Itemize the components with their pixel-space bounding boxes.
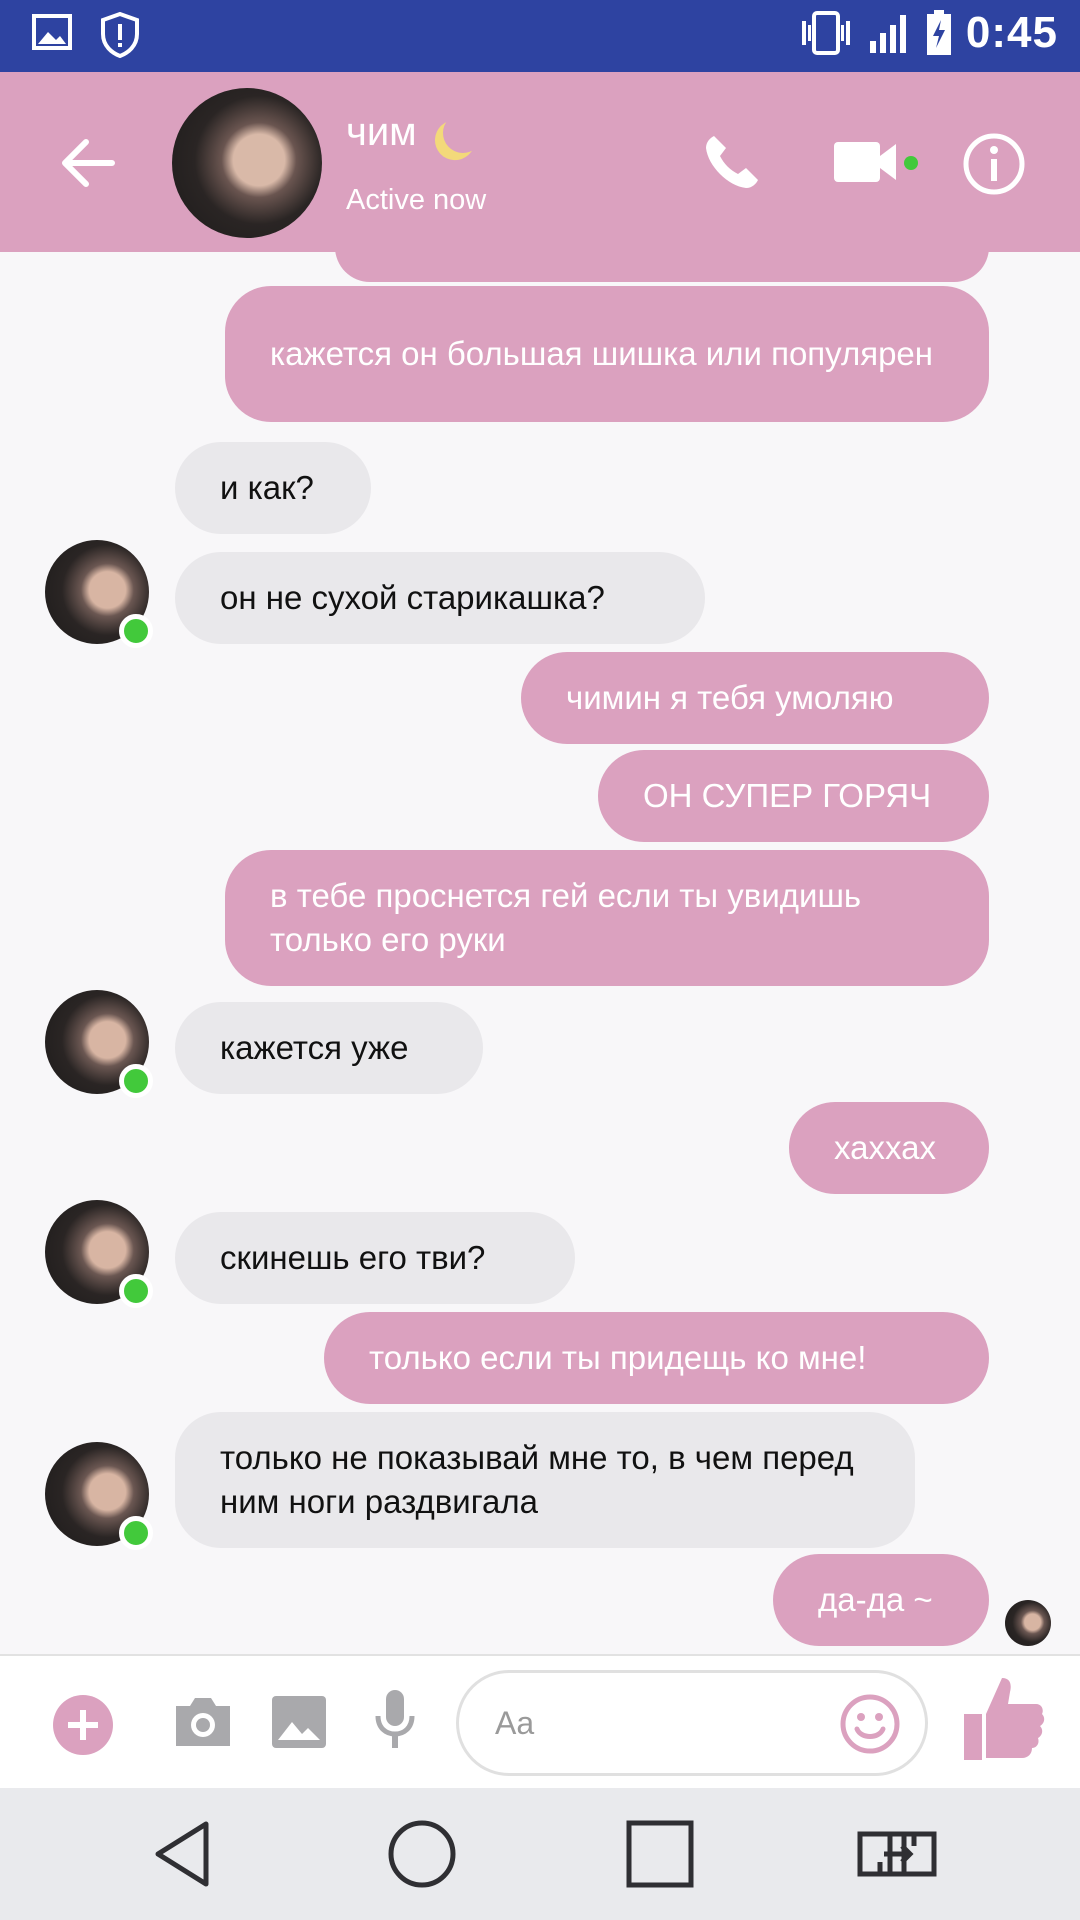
message-text: хаххах bbox=[834, 1129, 936, 1166]
online-indicator bbox=[119, 614, 153, 648]
message-input[interactable]: Aa bbox=[456, 1670, 928, 1776]
camera-icon[interactable] bbox=[172, 1694, 234, 1750]
message-text: кажется он большая шишка или популярен bbox=[270, 335, 933, 372]
gallery-icon[interactable] bbox=[270, 1694, 328, 1750]
message-input-placeholder: Aa bbox=[495, 1705, 535, 1741]
online-indicator bbox=[119, 1064, 153, 1098]
microphone-icon[interactable] bbox=[372, 1688, 418, 1752]
message-bubble-sent[interactable]: чимин я тебя умоляю bbox=[521, 652, 989, 744]
message-bubble-received[interactable]: скинешь его тви? bbox=[175, 1212, 575, 1304]
message-bubble-received[interactable]: кажется уже bbox=[175, 1002, 483, 1094]
sender-avatar[interactable] bbox=[45, 990, 153, 1098]
message-text: он не сухой старикашка? bbox=[220, 579, 605, 616]
home-circle-icon[interactable] bbox=[386, 1818, 458, 1890]
online-indicator bbox=[119, 1274, 153, 1308]
message-bubble-received[interactable]: он не сухой старикашка? bbox=[175, 552, 705, 644]
status-bar: 0:45 bbox=[0, 0, 1080, 72]
conversation-header: чим Active now bbox=[0, 72, 1080, 252]
message-bubble-received[interactable]: только не показывай мне то, в чем перед … bbox=[175, 1412, 915, 1548]
message-bubble-sent[interactable]: в тебе проснется гей если ты увидишь тол… bbox=[225, 850, 989, 986]
battery-charging-icon bbox=[926, 10, 951, 55]
thumbs-up-icon[interactable] bbox=[962, 1674, 1046, 1764]
switch-app-icon[interactable] bbox=[856, 1822, 938, 1886]
contact-name[interactable]: чим bbox=[346, 110, 483, 155]
sender-avatar[interactable] bbox=[45, 540, 153, 648]
message-text: кажется уже bbox=[220, 1029, 409, 1066]
vibrate-icon bbox=[801, 11, 850, 55]
back-arrow-icon[interactable] bbox=[52, 128, 122, 198]
phone-icon[interactable] bbox=[700, 130, 764, 194]
emoji-icon[interactable] bbox=[839, 1693, 901, 1755]
active-status: Active now bbox=[346, 184, 487, 216]
message-bubble-sent[interactable]: только если ты придещь ко мне! bbox=[324, 1312, 989, 1404]
message-bubble-sent[interactable]: да-да ~ bbox=[773, 1554, 989, 1646]
system-navigation-bar bbox=[0, 1788, 1080, 1920]
info-icon[interactable] bbox=[962, 132, 1026, 196]
message-bubble-sent[interactable]: ОН СУПЕР ГОРЯЧ bbox=[598, 750, 989, 842]
seen-receipt-avatar bbox=[1005, 1600, 1051, 1646]
message-bubble-sent[interactable]: кажется он большая шишка или популярен bbox=[225, 286, 989, 422]
message-text: скинешь его тви? bbox=[220, 1239, 486, 1276]
shield-alert-icon bbox=[101, 12, 139, 58]
back-triangle-icon[interactable] bbox=[150, 1818, 216, 1890]
video-camera-icon[interactable] bbox=[832, 130, 912, 194]
message-text: только если ты придещь ко мне! bbox=[369, 1339, 867, 1376]
moon-emoji-icon bbox=[437, 107, 488, 158]
video-online-dot bbox=[904, 156, 918, 170]
sender-avatar[interactable] bbox=[45, 1442, 153, 1550]
sender-avatar[interactable] bbox=[45, 1200, 153, 1308]
contact-avatar[interactable] bbox=[172, 88, 322, 238]
message-text: чимин я тебя умоляю bbox=[566, 679, 894, 716]
message-composer: Aa bbox=[0, 1654, 1080, 1788]
signal-icon bbox=[869, 15, 906, 53]
message-text: ОН СУПЕР ГОРЯЧ bbox=[643, 777, 932, 814]
message-text: только не показывай мне то, в чем перед … bbox=[220, 1439, 854, 1520]
message-bubble-sent[interactable]: хаххах bbox=[789, 1102, 989, 1194]
message-text: да-да ~ bbox=[818, 1581, 933, 1618]
contact-name-text: чим bbox=[346, 110, 417, 154]
message-text: в тебе проснется гей если ты увидишь тол… bbox=[270, 877, 862, 958]
message-list[interactable]: кажется он большая шишка или популярен и… bbox=[0, 252, 1080, 1654]
message-text: и как? bbox=[220, 469, 314, 506]
plus-icon[interactable] bbox=[52, 1694, 114, 1756]
message-bubble-received[interactable]: и как? bbox=[175, 442, 371, 534]
recents-square-icon[interactable] bbox=[624, 1818, 696, 1890]
online-indicator bbox=[119, 1516, 153, 1550]
clock: 0:45 bbox=[965, 8, 1058, 57]
message-bubble-partial[interactable] bbox=[335, 252, 989, 282]
image-icon bbox=[32, 14, 72, 50]
